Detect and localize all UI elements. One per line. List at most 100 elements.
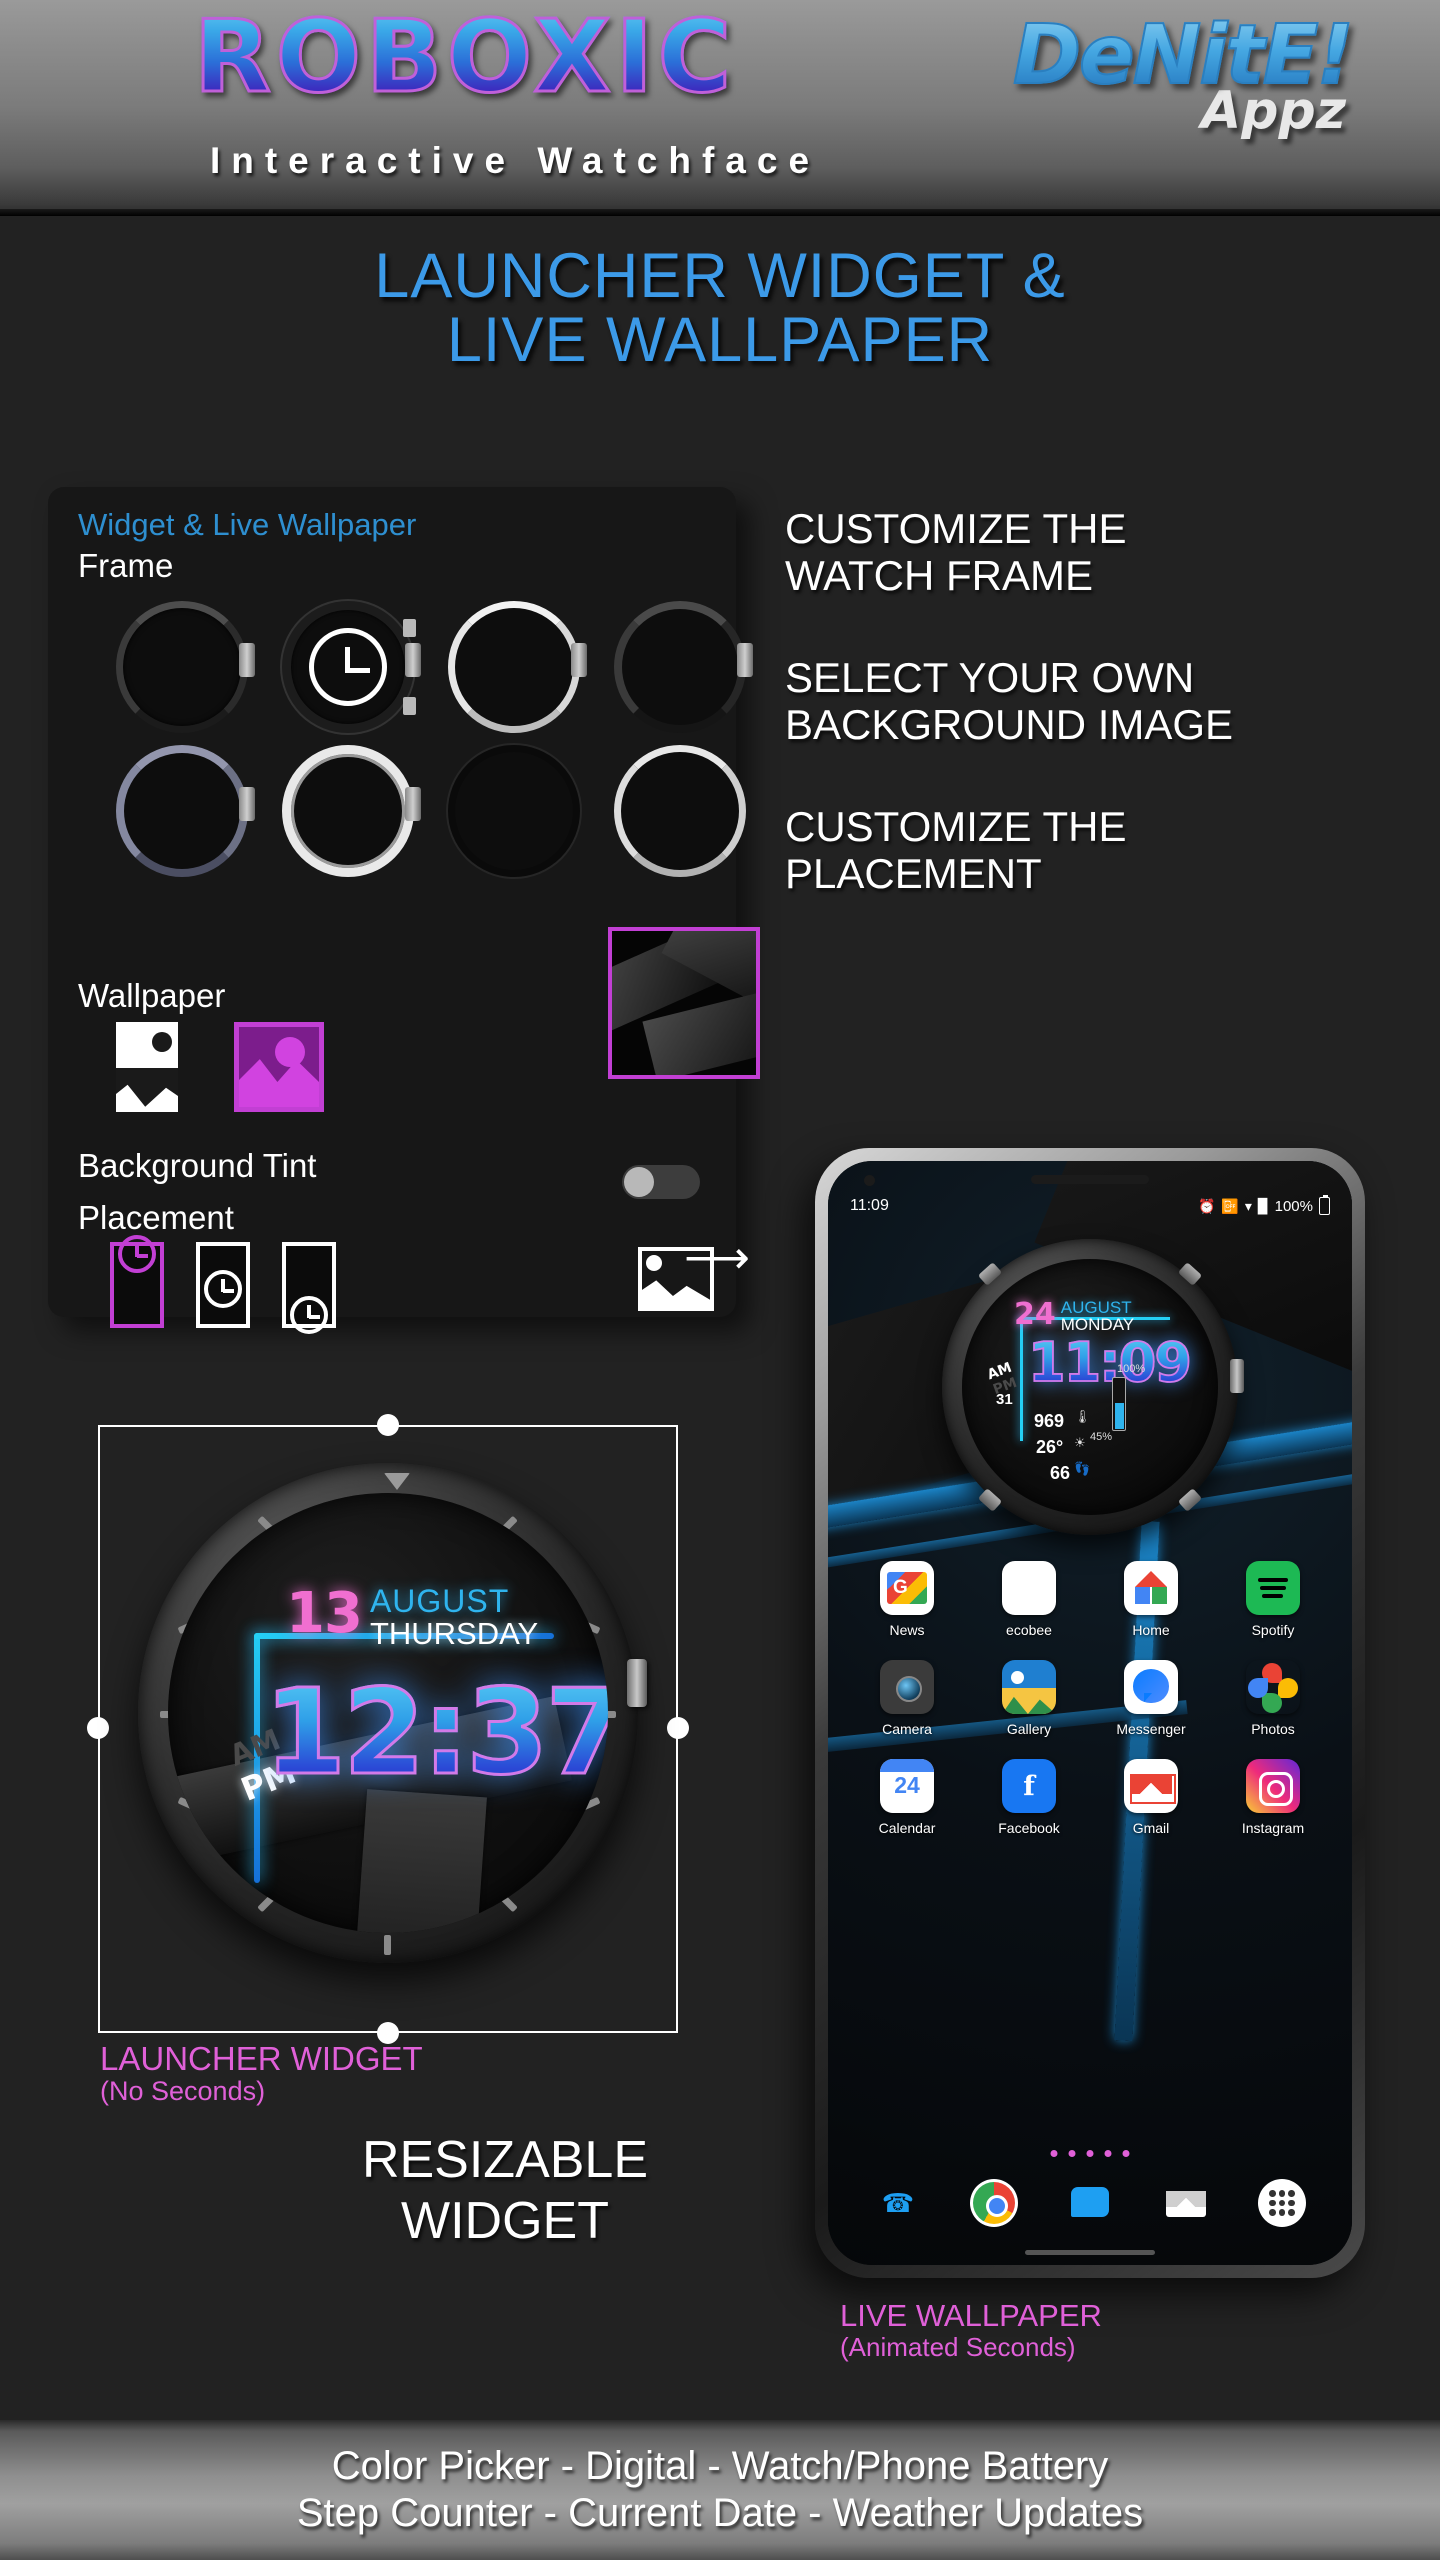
alarm-icon: ⏰ [1197, 1197, 1216, 1214]
phone-nav-bar [1025, 2250, 1155, 2255]
placement-option-row [110, 1235, 336, 1334]
feature-2-line-1: SELECT YOUR OWN [785, 653, 1195, 701]
vibrate-icon: 📴 [1221, 1197, 1239, 1214]
frame-option-diamond-bezel[interactable] [278, 741, 421, 881]
headline-line-1: LAUNCHER WIDGET & [374, 241, 1066, 311]
watch-battery-gauge [1112, 1377, 1126, 1431]
wallpaper-option-row [116, 1022, 324, 1112]
footsteps-icon: 👣 [1074, 1461, 1091, 1476]
watchface-live-wallpaper[interactable]: 24 AUGUST MONDAY AM PM 11:09 31 969 26° … [942, 1239, 1244, 1535]
watch-date-block: 13 AUGUST THURSDAY [286, 1581, 538, 1652]
app-label: Photos [1251, 1721, 1295, 1737]
frame-section-label: Frame [78, 547, 174, 584]
resize-handle-right[interactable] [667, 1717, 689, 1739]
phone-status-bar: 11:09 ⏰ 📴 ▾ ▉ 100% [828, 1193, 1352, 1219]
app-icon-ecobee[interactable]: e ecobee [968, 1561, 1090, 1638]
feature-3-line-2: PLACEMENT [785, 850, 1042, 898]
footer-line-2: Step Counter - Current Date - Weather Up… [296, 2491, 1144, 2535]
watch-date-number: 31 [996, 1391, 1013, 1408]
chrome-icon[interactable] [970, 2179, 1018, 2227]
app-brand-title: ROBOXIC [85, 0, 845, 117]
gallery-icon [1002, 1660, 1056, 1714]
app-drawer-icon[interactable] [1258, 2179, 1306, 2227]
google-news-icon [880, 1561, 934, 1615]
app-tagline: Interactive Watchface [209, 140, 821, 181]
image-export-icon[interactable]: ⟶ [638, 1234, 750, 1311]
calendar-icon: 24 [880, 1759, 934, 1813]
facebook-icon: f [1002, 1759, 1056, 1813]
app-label: Camera [882, 1721, 932, 1737]
app-label: ecobee [1006, 1622, 1052, 1638]
app-icon-spotify[interactable]: Spotify [1212, 1561, 1334, 1638]
watch-battery-label: 45% [1090, 1431, 1113, 1443]
clock-icon [204, 1270, 242, 1308]
placement-option-bottom[interactable] [282, 1242, 336, 1334]
header-banner: ROBOXIC Interactive Watchface DeNitE! Ap… [0, 0, 1440, 215]
watch-dial: 13 AUGUST THURSDAY AM PM 12:37 [168, 1493, 608, 1933]
headline-line-2: LIVE WALLPAPER [446, 305, 994, 376]
frame-option-matte-black[interactable] [444, 741, 584, 881]
calendar-day-number: 24 [894, 1772, 920, 1798]
watch-dial: 24 AUGUST MONDAY AM PM 11:09 31 969 26° … [962, 1259, 1218, 1515]
front-camera-icon [864, 1175, 875, 1186]
phone-mockup: 11:09 ⏰ 📴 ▾ ▉ 100% 24 AUGUST MONDAY AM P… [815, 1148, 1365, 2278]
messages-icon[interactable] [1066, 2179, 1114, 2227]
app-label: Messenger [1116, 1721, 1186, 1737]
live-wallpaper-caption-title: LIVE WALLPAPER [840, 2298, 1102, 2333]
wallpaper-pick-image-option[interactable] [234, 1022, 324, 1112]
placement-option-top[interactable] [110, 1235, 164, 1328]
feature-1-line-2: WATCH FRAME [785, 552, 1093, 600]
resize-handle-left[interactable] [87, 1717, 109, 1739]
app-icon-facebook[interactable]: f Facebook [968, 1759, 1090, 1836]
launcher-widget-caption: LAUNCHER WIDGET (No Seconds) [100, 2040, 423, 2107]
launcher-widget-caption-sub: (No Seconds) [100, 2076, 266, 2106]
frame-option-black-chrono-selected[interactable] [278, 597, 421, 737]
frame-option-silver-polished[interactable] [444, 597, 587, 737]
publisher-logo: DeNitE! Appz [1012, 7, 1355, 141]
email-icon[interactable] [1162, 2179, 1210, 2227]
wallpaper-none-option[interactable] [116, 1022, 178, 1112]
app-label: Spotify [1251, 1622, 1295, 1638]
app-icon-home[interactable]: Home [1090, 1561, 1212, 1638]
status-bar-clock: 11:09 [850, 1197, 889, 1214]
feature-item-1: CUSTOMIZE THE WATCH FRAME [785, 505, 1405, 600]
watch-step-count: 66 [1050, 1463, 1071, 1483]
app-icon-calendar[interactable]: 24 Calendar [846, 1759, 968, 1836]
footer-line-1: Color Picker - Digital - Watch/Phone Bat… [331, 2444, 1109, 2488]
frame-option-dark-tactical[interactable] [112, 597, 255, 737]
frame-option-grid [112, 597, 776, 885]
watchface-large[interactable]: 13 AUGUST THURSDAY AM PM 12:37 [138, 1463, 647, 1963]
app-icon-instagram[interactable]: Instagram [1212, 1759, 1334, 1836]
phone-dialer-icon[interactable]: ☎ [874, 2179, 922, 2227]
header-divider [0, 209, 1440, 216]
app-label: Calendar [878, 1820, 936, 1836]
wallpaper-preview-thumbnail[interactable] [608, 927, 760, 1079]
background-tint-toggle[interactable] [622, 1165, 700, 1199]
clock-icon [290, 1296, 328, 1334]
launcher-widget-preview: 13 AUGUST THURSDAY AM PM 12:37 [87, 1414, 689, 2044]
watch-weekday: THURSDAY [369, 1616, 539, 1651]
app-label: Gmail [1132, 1820, 1170, 1836]
home-screen-page-indicator [1050, 2150, 1130, 2157]
watch-temperature-value: 26° [1036, 1437, 1064, 1457]
watch-time-display: 12:37 [263, 1662, 608, 1803]
app-icon-news[interactable]: News [846, 1561, 968, 1638]
app-icon-camera[interactable]: Camera [846, 1660, 968, 1737]
frame-option-gunmetal[interactable] [610, 597, 753, 737]
app-label: Gallery [1006, 1721, 1052, 1737]
watch-day-number: 13 [286, 1581, 363, 1646]
watch-time-display: 11:09 [1027, 1330, 1193, 1395]
app-icon-messenger[interactable]: Messenger [1090, 1660, 1212, 1737]
resize-handle-top[interactable] [377, 1414, 399, 1436]
frame-option-blue-steel[interactable] [112, 741, 255, 881]
live-wallpaper-caption-sub: (Animated Seconds) [840, 2332, 1076, 2362]
frame-option-brushed-steel[interactable] [610, 741, 750, 881]
app-icon-gmail[interactable]: Gmail [1090, 1759, 1212, 1836]
spotify-icon [1246, 1561, 1300, 1615]
background-tint-label: Background Tint [78, 1147, 317, 1184]
app-icon-gallery[interactable]: Gallery [968, 1660, 1090, 1737]
app-icon-photos[interactable]: Photos [1212, 1660, 1334, 1737]
placement-option-middle[interactable] [196, 1242, 250, 1328]
footer-feature-bar: Color Picker - Digital - Watch/Phone Bat… [0, 2420, 1440, 2560]
feature-item-3: CUSTOMIZE THE PLACEMENT [785, 803, 1405, 898]
